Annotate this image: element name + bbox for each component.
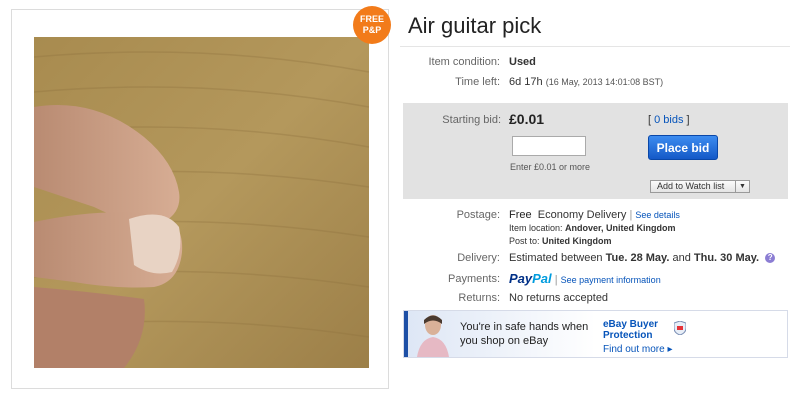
paypal-logo: PayPal <box>509 271 552 286</box>
item-location-label: Item location: <box>509 223 563 233</box>
banner-stripe <box>404 311 408 357</box>
bid-count-close: ] <box>683 114 690 126</box>
bid-count: [ 0 bids ] <box>648 114 690 126</box>
starting-bid-label: Starting bid: <box>442 114 501 126</box>
delivery-end: Thu. 30 May. <box>693 252 760 264</box>
postage-service: Economy Delivery <box>537 209 627 221</box>
time-left-detail: (16 May, 2013 14:01:08 BST) <box>545 77 664 87</box>
delivery-and: and <box>669 252 694 264</box>
help-icon[interactable]: ? <box>765 253 776 264</box>
title-divider <box>400 46 790 47</box>
free-postage-badge: FREE P&P <box>353 6 391 44</box>
payments-separator: | <box>554 274 558 286</box>
dropdown-arrow-icon[interactable]: ▼ <box>735 181 749 192</box>
buyer-protection-title: eBay Buyer Protection <box>603 319 658 341</box>
time-left-label: Time left: <box>455 76 500 88</box>
see-payment-info-link[interactable]: See payment information <box>561 275 661 285</box>
shield-icon <box>673 320 687 336</box>
banner-person-image <box>412 311 452 357</box>
bid-box: Starting bid: £0.01 [ 0 bids ] Enter £0.… <box>403 103 788 199</box>
badge-line-1: FREE <box>359 14 384 24</box>
postage-separator: | <box>629 209 633 221</box>
bid-count-link[interactable]: 0 bids <box>654 114 683 126</box>
item-photo[interactable] <box>34 37 369 368</box>
item-condition-value: Used <box>509 56 536 68</box>
badge-line-2: P&P <box>362 25 382 35</box>
delivery-label: Delivery: <box>457 252 500 264</box>
add-to-watch-list-button[interactable]: Add to Watch list ▼ <box>650 180 750 193</box>
item-location-value: Andover, United Kingdom <box>565 223 676 233</box>
returns-label: Returns: <box>458 292 500 304</box>
starting-bid-value: £0.01 <box>509 111 545 127</box>
time-left-value: 6d 17h <box>509 76 543 88</box>
bid-amount-input[interactable] <box>512 136 586 156</box>
item-title: Air guitar pick <box>408 13 542 38</box>
place-bid-button[interactable]: Place bid <box>648 135 718 160</box>
item-photo-image <box>34 37 369 368</box>
banner-message: You're in safe hands when you shop on eB… <box>460 321 589 347</box>
item-condition-label: Item condition: <box>428 56 500 68</box>
delivery-prefix: Estimated between <box>509 252 606 264</box>
buyer-protection-title-line-2: Protection <box>603 330 653 341</box>
payments-label: Payments: <box>448 273 500 285</box>
postage-label: Postage: <box>456 209 500 221</box>
returns-value: No returns accepted <box>509 292 609 304</box>
find-out-more-link[interactable]: Find out more ▸ <box>603 344 673 355</box>
buyer-protection-title-line-1: eBay Buyer <box>603 319 659 330</box>
postage-value: Free <box>509 209 532 221</box>
delivery-start: Tue. 28 May. <box>605 252 670 264</box>
buyer-protection-banner[interactable]: You're in safe hands when you shop on eB… <box>403 310 788 358</box>
post-to-label: Post to: <box>509 236 540 246</box>
see-details-link[interactable]: See details <box>635 210 680 220</box>
item-image-panel <box>11 9 389 389</box>
bid-hint: Enter £0.01 or more <box>510 162 591 172</box>
watch-list-label: Add to Watch list <box>657 181 725 191</box>
post-to-value: United Kingdom <box>542 236 612 246</box>
